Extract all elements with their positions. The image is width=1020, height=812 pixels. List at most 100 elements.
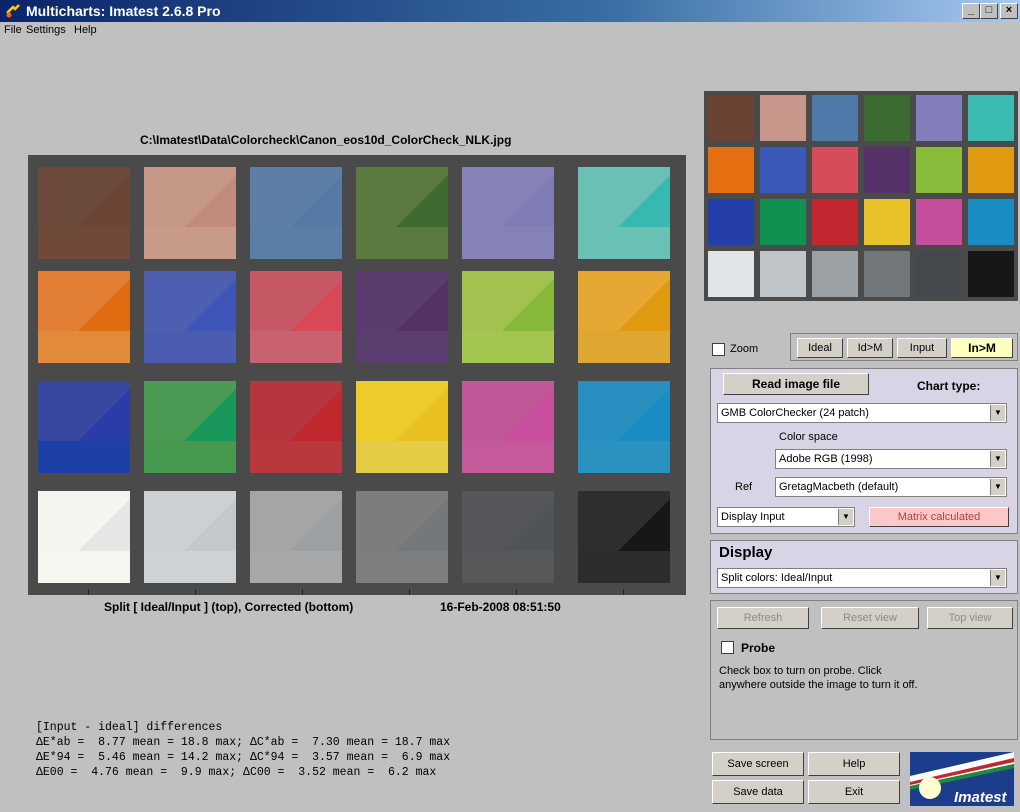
corrected-color-band (250, 441, 342, 473)
chart-type-select[interactable]: GMB ColorChecker (24 patch) ▼ (717, 403, 1007, 423)
display-mode-select[interactable]: Split colors: Ideal/Input ▼ (717, 568, 1007, 588)
color-patch[interactable] (144, 381, 236, 473)
menu-help[interactable]: Help (74, 24, 97, 36)
ideal-button[interactable]: Ideal (797, 338, 843, 358)
top-view-button[interactable]: Top view (927, 607, 1013, 629)
color-patch[interactable] (38, 381, 130, 473)
corrected-color-band (250, 331, 342, 363)
thumbnail-patch (708, 95, 754, 141)
color-patch[interactable] (356, 271, 448, 363)
chart-settings-panel: Read image file Chart type: GMB ColorChe… (710, 368, 1018, 534)
chart-tick (516, 589, 517, 595)
colorchecker-chart[interactable] (28, 155, 686, 595)
color-patch[interactable] (356, 381, 448, 473)
save-data-button[interactable]: Save data (712, 780, 804, 804)
input-button[interactable]: Input (897, 338, 947, 358)
color-patch[interactable] (578, 491, 670, 583)
thumbnail-patch (708, 147, 754, 193)
input-color-triangle (396, 499, 448, 551)
chart-tick (409, 589, 410, 595)
corrected-color-band (462, 551, 554, 583)
color-patch[interactable] (462, 167, 554, 259)
color-patch[interactable] (578, 271, 670, 363)
close-button[interactable]: × (1000, 3, 1018, 19)
display-title: Display (719, 544, 773, 561)
color-patch[interactable] (38, 271, 130, 363)
color-patch[interactable] (578, 167, 670, 259)
probe-help-line2: anywhere outside the image to turn it of… (719, 679, 918, 691)
color-patch[interactable] (144, 491, 236, 583)
color-patch[interactable] (578, 381, 670, 473)
corrected-color-band (250, 551, 342, 583)
input-color-triangle (78, 499, 130, 551)
input-color-triangle (618, 389, 670, 441)
thumbnail-patch (812, 251, 858, 297)
imatest-logo: Imatest (910, 752, 1014, 806)
color-patch[interactable] (250, 271, 342, 363)
probe-panel: Refresh Reset view Top view Probe Check … (710, 600, 1018, 740)
input-color-triangle (618, 499, 670, 551)
thumbnail-patch (968, 95, 1014, 141)
zoom-label: Zoom (730, 343, 759, 355)
view-button-group: Ideal Id>M Input In>M (790, 333, 1018, 361)
input-color-triangle (502, 175, 554, 227)
minimize-button[interactable]: _ (962, 3, 980, 19)
color-patch[interactable] (144, 271, 236, 363)
color-patch[interactable] (144, 167, 236, 259)
corrected-color-band (462, 227, 554, 259)
corrected-color-band (38, 551, 130, 583)
refresh-button[interactable]: Refresh (717, 607, 809, 629)
corrected-color-band (144, 551, 236, 583)
thumbnail-patch (916, 147, 962, 193)
corrected-color-band (462, 441, 554, 473)
chevron-down-icon: ▼ (990, 405, 1005, 421)
color-patch[interactable] (38, 167, 130, 259)
chart-tick (623, 589, 624, 595)
chart-timestamp: 16-Feb-2008 08:51:50 (440, 600, 561, 614)
color-space-select[interactable]: Adobe RGB (1998) ▼ (775, 449, 1007, 469)
read-image-button[interactable]: Read image file (723, 373, 869, 395)
chart-type-label: Chart type: (917, 379, 981, 393)
save-screen-button[interactable]: Save screen (712, 752, 804, 776)
corrected-color-band (38, 331, 130, 363)
probe-checkbox[interactable] (721, 641, 734, 654)
exit-button[interactable]: Exit (808, 780, 900, 804)
corrected-color-band (38, 441, 130, 473)
chevron-down-icon: ▼ (990, 451, 1005, 467)
color-patch[interactable] (250, 491, 342, 583)
corrected-color-band (144, 441, 236, 473)
chevron-down-icon: ▼ (990, 479, 1005, 495)
maximize-button[interactable]: □ (980, 3, 998, 19)
color-patch[interactable] (250, 381, 342, 473)
thumbnail-patch (864, 199, 910, 245)
thumbnail-patch (864, 147, 910, 193)
input-to-matrix-button[interactable]: In>M (951, 338, 1013, 358)
zoom-checkbox[interactable] (712, 343, 725, 356)
corrected-color-band (356, 331, 448, 363)
color-patch[interactable] (356, 167, 448, 259)
ref-label: Ref (735, 481, 753, 493)
color-patch[interactable] (462, 491, 554, 583)
probe-label: Probe (741, 641, 776, 655)
color-patch[interactable] (462, 271, 554, 363)
input-color-triangle (184, 499, 236, 551)
corrected-color-band (578, 227, 670, 259)
ref-select[interactable]: GretagMacbeth (default) ▼ (775, 477, 1007, 497)
menu-settings[interactable]: Settings (26, 24, 66, 36)
color-patch[interactable] (250, 167, 342, 259)
ideal-to-matrix-button[interactable]: Id>M (847, 338, 893, 358)
reset-view-button[interactable]: Reset view (821, 607, 919, 629)
matrix-status-button[interactable]: Matrix calculated (869, 507, 1009, 527)
input-color-triangle (502, 499, 554, 551)
input-color-triangle (290, 175, 342, 227)
menu-file[interactable]: File (4, 24, 22, 36)
display-input-select[interactable]: Display Input ▼ (717, 507, 855, 527)
help-button[interactable]: Help (808, 752, 900, 776)
chart-tick (302, 589, 303, 595)
color-patch[interactable] (356, 491, 448, 583)
color-patch[interactable] (462, 381, 554, 473)
color-patch[interactable] (38, 491, 130, 583)
input-color-triangle (618, 175, 670, 227)
corrected-color-band (144, 331, 236, 363)
thumbnail-patch (916, 199, 962, 245)
